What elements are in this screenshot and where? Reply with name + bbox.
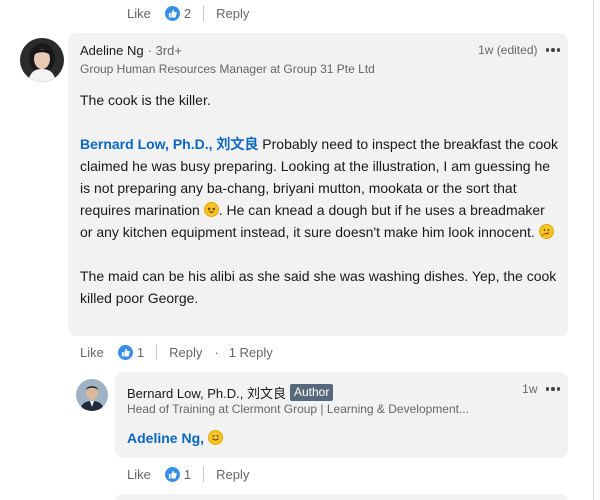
comment-paragraph-3: The maid can be his alibi as she said sh…	[80, 268, 557, 306]
next-reply-bubble	[115, 494, 568, 500]
smile-emoji-icon	[207, 430, 223, 445]
more-options-icon[interactable]	[545, 46, 560, 54]
comment-paragraph-2: Bernard Low, Ph.D., 刘文良 Probably need to…	[80, 133, 560, 243]
more-options-icon[interactable]	[545, 385, 560, 393]
mention-link[interactable]: Adeline Ng,	[127, 430, 204, 446]
reaction-count[interactable]: 1	[137, 345, 144, 360]
comment-actions: Like 1 Reply · 1 Reply	[80, 342, 273, 362]
separator-dot: ·	[214, 344, 219, 360]
action-divider	[203, 5, 205, 21]
reply-actions: Like 1 Reply	[127, 464, 249, 484]
reply-link[interactable]: Reply	[216, 467, 249, 482]
like-link[interactable]: Like	[80, 345, 104, 360]
comment-meta: 1w (edited)	[478, 43, 560, 57]
like-reaction-icon	[164, 466, 180, 482]
reply-body: Adeline Ng,	[127, 427, 547, 449]
replies-count-link[interactable]: 1 Reply	[229, 345, 273, 360]
mention-link[interactable]: Bernard Low, Ph.D., 刘文良	[80, 136, 258, 152]
reply-timestamp: 1w	[522, 382, 538, 396]
comment-body: The cook is the killer. Bernard Low, Ph.…	[80, 89, 560, 309]
avatar-photo	[20, 38, 64, 82]
like-reaction-icon	[117, 344, 133, 360]
comment-author-name[interactable]: Adeline Ng	[80, 43, 144, 58]
like-reaction-icon	[164, 5, 180, 21]
reaction-count[interactable]: 1	[184, 467, 191, 482]
reaction-count[interactable]: 2	[184, 6, 191, 21]
comment-timestamp: 1w (edited)	[478, 43, 538, 57]
author-headline: Group Human Resources Manager at Group 3…	[80, 62, 375, 76]
comment-line-1: The cook is the killer.	[80, 92, 211, 108]
page-edge-divider	[593, 0, 594, 500]
like-link[interactable]: Like	[127, 6, 151, 21]
laughing-emoji-icon	[203, 202, 219, 217]
action-divider	[156, 344, 158, 360]
avatar-photo	[76, 379, 108, 411]
avatar[interactable]	[76, 379, 108, 411]
action-divider	[203, 466, 205, 482]
reply-meta: 1w	[522, 382, 560, 396]
avatar[interactable]	[20, 38, 64, 82]
like-link[interactable]: Like	[127, 467, 151, 482]
reply-link[interactable]: Reply	[216, 6, 249, 21]
connection-degree: · 3rd+	[147, 43, 182, 58]
reply-author-headline: Head of Training at Clermont Group | Lea…	[127, 402, 469, 416]
reply-author-name[interactable]: Bernard Low, Ph.D., 刘文良	[127, 383, 286, 402]
reply-link[interactable]: Reply	[169, 345, 202, 360]
author-badge: Author	[289, 384, 334, 401]
comment-author-line: Adeline Ng · 3rd+	[80, 43, 182, 58]
previous-comment-actions: Like 2 Reply	[127, 3, 249, 23]
reply-author-line: Bernard Low, Ph.D., 刘文良 Author	[127, 383, 334, 402]
thinking-emoji-icon	[538, 224, 554, 239]
